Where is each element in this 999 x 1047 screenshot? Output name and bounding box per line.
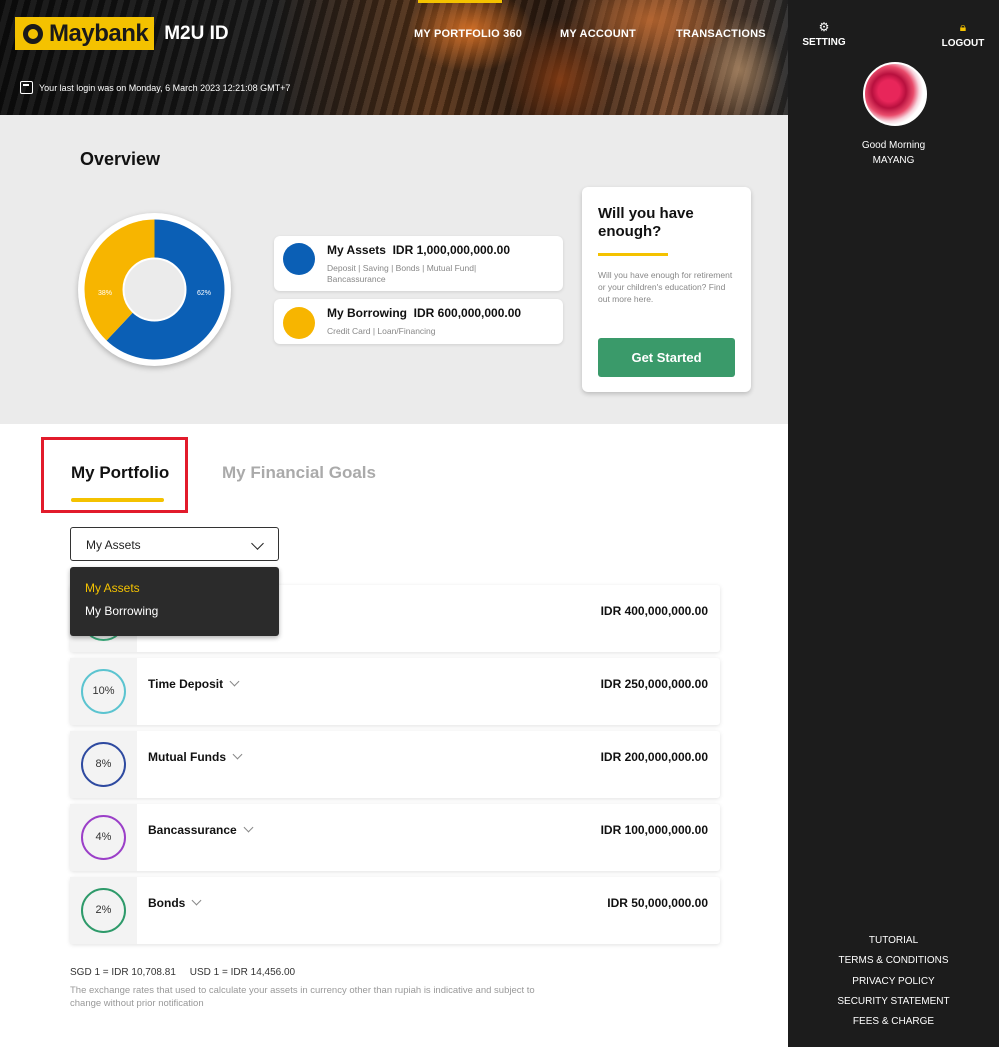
exchange-rate-note: The exchange rates that used to calculat…: [70, 985, 535, 1009]
asset-percent-ring: 2%: [81, 888, 126, 933]
link-privacy-policy[interactable]: PRIVACY POLICY: [788, 975, 999, 995]
asset-row[interactable]: 10% Time Deposit IDR 250,000,000.00: [70, 658, 720, 725]
link-security-statement[interactable]: SECURITY STATEMENT: [788, 995, 999, 1015]
borrowing-label: My Borrowing: [327, 306, 407, 320]
asset-percent-ring: 8%: [81, 742, 126, 787]
app-root: Maybank M2U ID MY PORTFOLIO 360 MY ACCOU…: [0, 0, 999, 1047]
tiger-icon: [21, 21, 45, 46]
asset-row-badge-area: 8%: [70, 731, 137, 798]
asset-amount: IDR 200,000,000.00: [600, 750, 708, 764]
tab-my-portfolio[interactable]: My Portfolio: [71, 463, 169, 483]
logout-label: LOGOUT: [941, 38, 985, 49]
promo-title: Will you have enough?: [598, 205, 694, 240]
asset-row-badge-area: 2%: [70, 877, 137, 944]
setting-label: SETTING: [802, 37, 846, 48]
asset-row[interactable]: 8% Mutual Funds IDR 200,000,000.00: [70, 731, 720, 798]
chevron-down-icon: [232, 749, 243, 760]
borrowing-title: My Borrowing IDR 600,000,000.00: [327, 306, 521, 320]
menu-item-my-borrowing[interactable]: My Borrowing: [85, 604, 158, 618]
asset-row-badge-area: 10%: [70, 658, 137, 725]
asset-name[interactable]: Bancassurance: [148, 822, 254, 837]
setting-button[interactable]: ⚙ SETTING: [802, 20, 846, 48]
borrowing-subtitle: Credit Card | Loan/Financing: [327, 326, 436, 336]
right-sidebar: ⚙ SETTING 🔒︎ LOGOUT Good Morning MAYANG …: [788, 0, 999, 1047]
link-terms-conditions[interactable]: TERMS & CONDITIONS: [788, 954, 999, 974]
link-fees-charge[interactable]: FEES & CHARGE: [788, 1015, 999, 1035]
asset-amount: IDR 50,000,000.00: [607, 896, 708, 910]
menu-item-my-assets[interactable]: My Assets: [85, 581, 140, 595]
borrowing-dot: [283, 307, 315, 339]
nav-active-indicator: [418, 0, 502, 3]
asset-name[interactable]: Mutual Funds: [148, 749, 243, 764]
asset-row-badge-area: 4%: [70, 804, 137, 871]
user-name: MAYANG: [872, 155, 915, 166]
asset-name-text: Bancassurance: [148, 823, 237, 837]
assets-amount: IDR 1,000,000,000.00: [392, 243, 511, 257]
borrowing-amount: IDR 600,000,000.00: [413, 306, 522, 320]
tab-active-underline: [71, 498, 164, 502]
donut-label-assets: 62%: [197, 290, 211, 297]
calendar-icon: [20, 81, 33, 94]
assets-dot: [283, 243, 315, 275]
asset-name[interactable]: Bonds: [148, 895, 202, 910]
lock-icon: 🔒︎: [959, 20, 967, 34]
nav-my-account[interactable]: MY ACCOUNT: [560, 28, 636, 40]
asset-name-text: Mutual Funds: [148, 750, 226, 764]
get-started-button[interactable]: Get Started: [598, 338, 735, 377]
logo-box: Maybank: [15, 17, 155, 50]
avatar[interactable]: [863, 62, 927, 126]
donut-hole: [122, 257, 187, 322]
asset-percent-ring: 4%: [81, 815, 126, 860]
donut-label-borrowing: 38%: [98, 290, 112, 297]
assets-summary-card[interactable]: My Assets IDR 1,000,000,000.00 Deposit |…: [274, 236, 563, 291]
greeting: Good Morning: [861, 140, 926, 151]
chevron-down-icon: [243, 822, 254, 833]
tab-my-financial-goals[interactable]: My Financial Goals: [222, 463, 376, 483]
exchange-rates: SGD 1 = IDR 10,708.81 USD 1 = IDR 14,456…: [70, 967, 296, 978]
promo-text: Will you have enough for retirement or y…: [598, 270, 733, 304]
asset-name-text: Bonds: [148, 896, 186, 910]
asset-row[interactable]: 2% Bonds IDR 50,000,000.00: [70, 877, 720, 944]
nav-transactions[interactable]: TRANSACTIONS: [676, 28, 766, 40]
select-value: My Assets: [86, 538, 141, 552]
borrowing-summary-card[interactable]: My Borrowing IDR 600,000,000.00 Credit C…: [274, 299, 563, 344]
assets-subtitle: Deposit | Saving | Bonds | Mutual Fund| …: [327, 263, 477, 284]
dropdown-menu: My Assets My Borrowing: [70, 567, 279, 636]
asset-amount: IDR 250,000,000.00: [600, 677, 708, 691]
portfolio-type-select[interactable]: My Assets: [70, 527, 279, 561]
last-login: Your last login was on Monday, 6 March 2…: [20, 81, 290, 94]
asset-percent-ring: 10%: [81, 669, 126, 714]
assets-label: My Assets: [327, 243, 386, 257]
promo-card: Will you have enough? Will you have enou…: [582, 187, 751, 392]
asset-name[interactable]: Time Deposit: [148, 676, 240, 691]
chevron-down-icon: [251, 537, 264, 550]
asset-amount: IDR 400,000,000.00: [600, 604, 708, 618]
promo-accent-bar: [598, 253, 668, 256]
overview-title: Overview: [80, 149, 161, 169]
link-tutorial[interactable]: TUTORIAL: [788, 934, 999, 954]
logout-button[interactable]: 🔒︎ LOGOUT: [938, 20, 988, 49]
maybank-logo[interactable]: Maybank M2U ID: [15, 17, 229, 50]
asset-amount: IDR 100,000,000.00: [600, 823, 708, 837]
brand-name: Maybank: [49, 19, 149, 47]
last-login-text: Your last login was on Monday, 6 March 2…: [39, 82, 291, 93]
product-name: M2U ID: [164, 22, 229, 44]
chevron-down-icon: [229, 676, 240, 687]
asset-name-text: Time Deposit: [148, 677, 224, 691]
asset-row[interactable]: 4% Bancassurance IDR 100,000,000.00: [70, 804, 720, 871]
assets-title: My Assets IDR 1,000,000,000.00: [327, 243, 510, 257]
donut-svg: 62% 38%: [84, 219, 225, 360]
gear-icon: ⚙: [818, 20, 830, 34]
overview-donut-chart: 62% 38%: [78, 213, 231, 366]
chevron-down-icon: [191, 895, 202, 906]
footer-links: TUTORIAL TERMS & CONDITIONS PRIVACY POLI…: [788, 934, 999, 1035]
top-header: Maybank M2U ID MY PORTFOLIO 360 MY ACCOU…: [0, 0, 788, 115]
nav-my-portfolio-360[interactable]: MY PORTFOLIO 360: [414, 28, 522, 40]
